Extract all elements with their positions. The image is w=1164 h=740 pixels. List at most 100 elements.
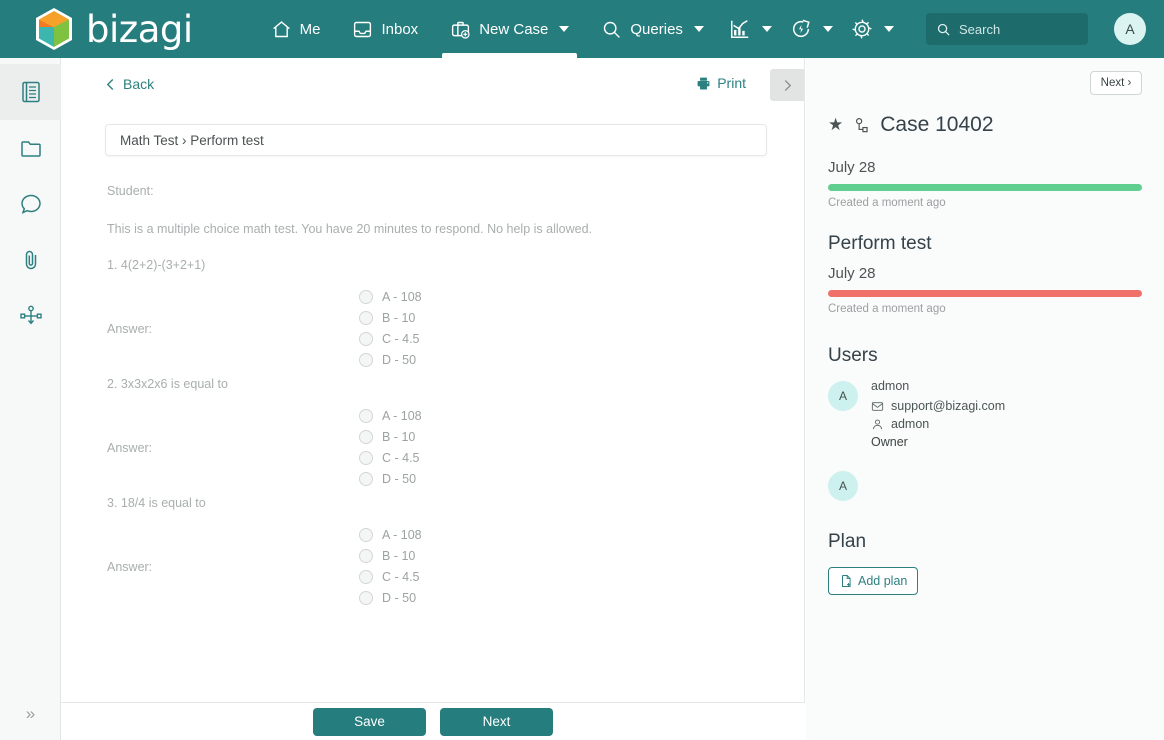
rail-item-form[interactable] [0, 64, 61, 120]
nav-label: Queries [630, 20, 683, 38]
brand-logo-area[interactable]: bizagi [34, 7, 193, 51]
panel-next-button[interactable]: Next › [1090, 71, 1142, 95]
option-label: D - 50 [382, 353, 417, 367]
folder-icon [19, 136, 43, 160]
question-text: 1. 4(2+2)-(3+2+1) [107, 258, 206, 272]
analytics-chart-icon [729, 18, 751, 40]
radio-option[interactable]: C - 4.5 [359, 451, 422, 465]
radio-button[interactable] [359, 332, 373, 346]
radio-button[interactable] [359, 591, 373, 605]
nav-item-inbox[interactable]: Inbox [336, 0, 434, 58]
radio-button[interactable] [359, 472, 373, 486]
rail-item-comments[interactable] [0, 176, 61, 232]
nav-item-analytics[interactable] [720, 0, 781, 58]
chevron-down-icon[interactable] [693, 26, 704, 32]
form-body: Student: This is a multiple choice math … [61, 156, 804, 625]
envelope-icon [871, 400, 884, 413]
user-role: Owner [871, 435, 908, 449]
radio-button[interactable] [359, 353, 373, 367]
user-avatar[interactable]: A [1114, 13, 1146, 45]
users-section-title: Users [828, 345, 878, 366]
case-progress-caption: Created a moment ago [828, 197, 946, 209]
radio-option[interactable]: B - 10 [359, 311, 422, 325]
paperclip-icon [19, 248, 43, 272]
form-toolbar: Back Print [61, 58, 804, 110]
option-label: B - 10 [382, 430, 416, 444]
add-plan-button[interactable]: Add plan [828, 567, 919, 595]
user-account-row: admon [871, 417, 1005, 431]
collapse-panel-button[interactable] [770, 69, 804, 101]
radio-button[interactable] [359, 451, 373, 465]
radio-option[interactable]: C - 4.5 [359, 570, 422, 584]
answer-options: A - 108 B - 10 C - 4.5 D - 50 [359, 409, 422, 486]
radio-option[interactable]: B - 10 [359, 430, 422, 444]
radio-button[interactable] [359, 528, 373, 542]
question-text: 2. 3x3x2x6 is equal to [107, 377, 228, 391]
answer-label: Answer: [107, 440, 153, 455]
user-list-item[interactable]: A admon support@bizagi.com admon Owner [828, 379, 1142, 449]
radio-button[interactable] [359, 570, 373, 584]
search-input[interactable] [959, 21, 1074, 37]
user-name: admon [871, 379, 910, 393]
option-label: C - 4.5 [382, 570, 420, 584]
nav-item-new-case[interactable]: New Case [434, 0, 585, 58]
radio-button[interactable] [359, 409, 373, 423]
chevron-left-icon [105, 78, 116, 91]
case-date: July 28 [828, 159, 876, 176]
chevron-down-icon[interactable] [822, 26, 833, 32]
print-label: Print [717, 75, 746, 91]
nav-item-queries[interactable]: Queries [585, 0, 720, 58]
expand-rail-button[interactable]: » [0, 694, 61, 734]
case-details-panel: Next › ★ Case 10402 July 28 Created a mo… [806, 58, 1164, 740]
nav-item-refresh[interactable] [781, 0, 842, 58]
nav-item-settings[interactable] [842, 0, 903, 58]
assign-case-icon[interactable] [852, 116, 871, 135]
option-label: C - 4.5 [382, 451, 420, 465]
search-icon [601, 19, 622, 40]
answer-options: A - 108 B - 10 C - 4.5 D - 50 [359, 528, 422, 605]
star-icon[interactable]: ★ [828, 115, 843, 135]
radio-option[interactable]: A - 108 [359, 528, 422, 542]
radio-option[interactable]: A - 108 [359, 409, 422, 423]
radio-button[interactable] [359, 311, 373, 325]
answer-label: Answer: [107, 321, 153, 336]
rail-item-process-flow[interactable] [0, 288, 61, 344]
avatar-initial: A [1125, 21, 1135, 37]
chevron-down-icon[interactable] [559, 26, 570, 32]
rail-item-folder[interactable] [0, 120, 61, 176]
save-button[interactable]: Save [313, 707, 426, 736]
radio-option[interactable]: D - 50 [359, 472, 422, 486]
plan-section-title: Plan [828, 531, 867, 552]
brand-name: bizagi [86, 7, 193, 51]
radio-option[interactable]: B - 10 [359, 549, 422, 563]
option-label: C - 4.5 [382, 332, 420, 346]
question-block: 3. 18/4 is equal to Answer: A - 108 B - … [107, 496, 764, 605]
nav-label: Inbox [381, 20, 419, 38]
nav-item-me[interactable]: Me [255, 0, 337, 58]
radio-option[interactable]: C - 4.5 [359, 332, 422, 346]
next-button[interactable]: Next [440, 707, 553, 736]
option-label: A - 108 [382, 290, 422, 304]
radio-button[interactable] [359, 549, 373, 563]
option-label: D - 50 [382, 472, 417, 486]
breadcrumb-text: Math Test › Perform test [120, 132, 264, 148]
option-label: B - 10 [382, 311, 416, 325]
radio-button[interactable] [359, 290, 373, 304]
chevron-down-icon[interactable] [883, 26, 894, 32]
user-list-item[interactable]: A [828, 469, 1142, 501]
option-label: B - 10 [382, 549, 416, 563]
radio-button[interactable] [359, 430, 373, 444]
rail-item-attachments[interactable] [0, 232, 61, 288]
briefcase-plus-icon [450, 19, 471, 40]
question-block: 2. 3x3x2x6 is equal to Answer: A - 108 B… [107, 377, 764, 486]
top-navigation-bar: bizagi Me Inbox New Case Queries Search … [0, 0, 1164, 58]
global-search[interactable] [926, 13, 1088, 45]
question-block: 1. 4(2+2)-(3+2+1) Answer: A - 108 B - 10… [107, 258, 764, 367]
test-instructions: This is a multiple choice math test. You… [107, 222, 592, 236]
back-button[interactable]: Back [105, 76, 154, 92]
radio-option[interactable]: D - 50 [359, 353, 422, 367]
radio-option[interactable]: A - 108 [359, 290, 422, 304]
print-button[interactable]: Print [696, 75, 746, 91]
radio-option[interactable]: D - 50 [359, 591, 422, 605]
chevron-down-icon[interactable] [761, 26, 772, 32]
